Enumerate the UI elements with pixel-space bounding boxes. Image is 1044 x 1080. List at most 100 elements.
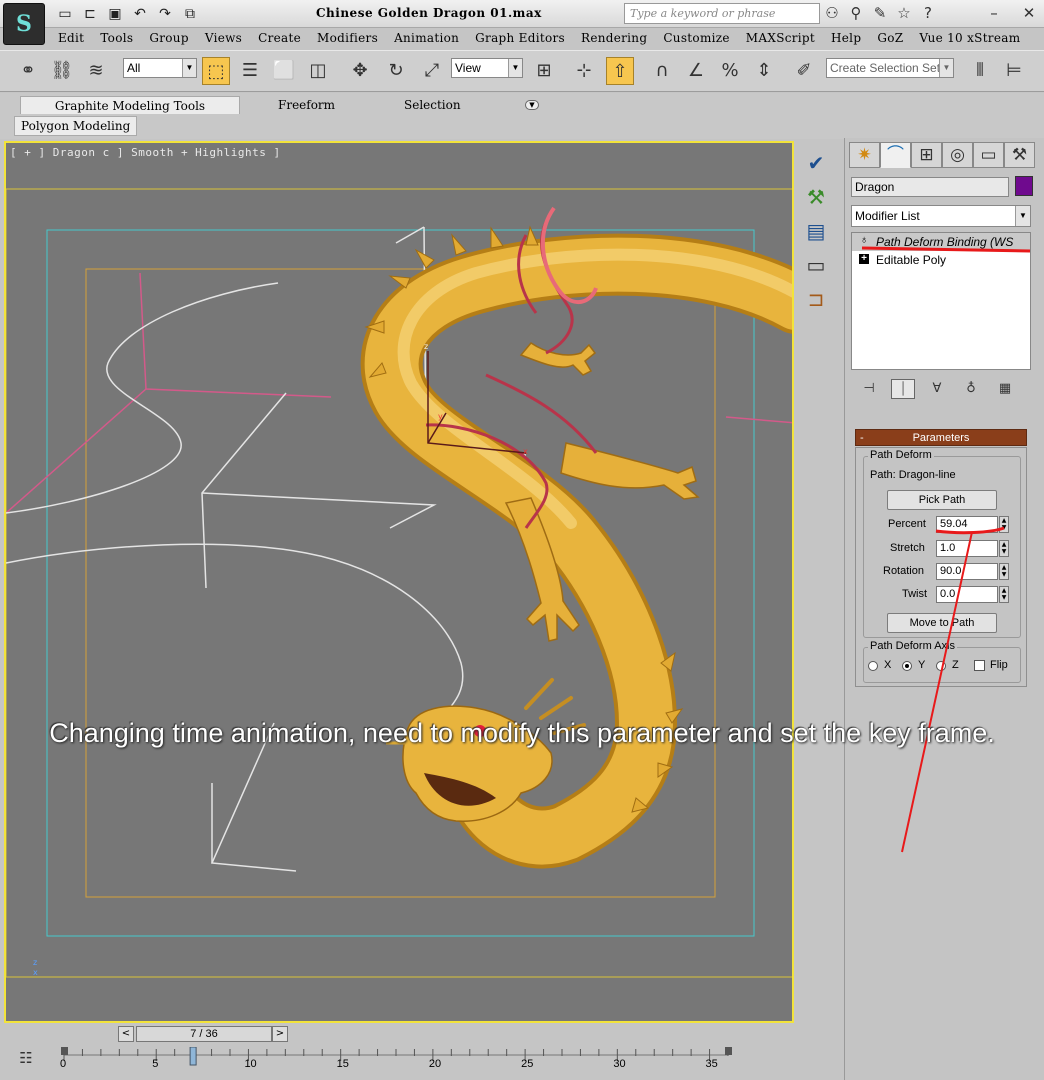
mirror-icon[interactable]: ⫴ bbox=[966, 57, 994, 85]
configure-modifier-sets-icon[interactable]: ▦ bbox=[993, 379, 1017, 399]
show-end-result-icon[interactable]: ⏐ bbox=[891, 379, 915, 399]
select-manipulate-icon[interactable]: ⊹ bbox=[570, 57, 598, 85]
select-and-link-icon[interactable]: ⚭ bbox=[14, 57, 42, 85]
window-crossing-icon[interactable]: ◫ bbox=[304, 57, 332, 85]
keyboard-shortcut-override-icon[interactable]: ⇧ bbox=[606, 57, 634, 85]
select-by-name-icon[interactable]: ☰ bbox=[236, 57, 264, 85]
menu-group[interactable]: Group bbox=[141, 29, 196, 49]
tab-create-icon[interactable]: ✷ bbox=[849, 142, 880, 168]
menu-animation[interactable]: Animation bbox=[386, 29, 467, 49]
angle-snap-icon[interactable]: ∠ bbox=[682, 57, 710, 85]
menu-views[interactable]: Views bbox=[197, 29, 250, 49]
tab-freeform[interactable]: Freeform bbox=[270, 96, 343, 114]
axis-x-radio[interactable] bbox=[868, 661, 878, 671]
snaps-toggle-icon[interactable]: ∩ bbox=[648, 57, 676, 85]
save-icon[interactable]: ▣ bbox=[104, 4, 126, 24]
check-circle-icon[interactable]: ✔ bbox=[800, 148, 832, 178]
stack-item-path-deform-binding[interactable]: ♁ Path Deform Binding (WS bbox=[852, 233, 1030, 251]
twist-spinner-arrows[interactable]: ▲ ▼ bbox=[999, 586, 1009, 603]
select-and-move-icon[interactable]: ✥ bbox=[346, 57, 374, 85]
axis-y-radio[interactable] bbox=[902, 661, 912, 671]
rectangular-selection-icon[interactable]: ⬜ bbox=[270, 57, 298, 85]
ribbon-expand-icon[interactable]: ▼ bbox=[525, 100, 539, 110]
modifier-stack[interactable]: ♁ Path Deform Binding (WS + Editable Pol… bbox=[851, 232, 1031, 370]
select-object-icon[interactable]: ⬚ bbox=[202, 57, 230, 85]
tab-motion-icon[interactable]: ◎ bbox=[942, 142, 973, 168]
selection-filter-dropdown[interactable]: All ▼ bbox=[123, 58, 197, 78]
move-to-path-button[interactable]: Move to Path bbox=[887, 613, 997, 633]
stack-item-editable-poly[interactable]: + Editable Poly bbox=[852, 251, 1030, 269]
render-setup-icon[interactable]: ▤ bbox=[800, 216, 832, 246]
pin-stack-icon[interactable]: ⊣ bbox=[857, 379, 881, 399]
perspective-viewport[interactable]: z y x z x [ + ] Dragon c ] Smooth + High… bbox=[4, 141, 794, 1023]
current-frame-indicator[interactable] bbox=[189, 1047, 197, 1066]
tab-selection[interactable]: Selection bbox=[396, 96, 469, 114]
project-folder-icon[interactable]: ⧉ bbox=[179, 4, 201, 24]
percent-spinner-arrows[interactable]: ▲ ▼ bbox=[999, 516, 1009, 533]
unlink-selection-icon[interactable]: ⛓ bbox=[48, 57, 76, 85]
flip-checkbox[interactable] bbox=[974, 660, 985, 671]
modifier-list-dropdown[interactable]: Modifier List ▼ bbox=[851, 205, 1031, 227]
tab-modify-icon[interactable]: ⌒ bbox=[880, 142, 911, 168]
close-icon[interactable]: ✕ bbox=[1020, 4, 1038, 22]
help-icon[interactable]: ? bbox=[918, 3, 938, 23]
named-selection-sets-dropdown[interactable]: Create Selection Set ▼ bbox=[826, 58, 954, 78]
viewport-label[interactable]: [ + ] Dragon c ] Smooth + Highlights ] bbox=[10, 146, 281, 159]
communication-icon[interactable]: ✎ bbox=[870, 3, 890, 23]
keyframe-marker[interactable] bbox=[61, 1047, 68, 1055]
spinner-snap-icon[interactable]: ⇕ bbox=[750, 57, 778, 85]
redo-icon[interactable]: ↷ bbox=[154, 4, 176, 24]
tab-display-icon[interactable]: ▭ bbox=[973, 142, 1004, 168]
menu-vue-xstream[interactable]: Vue 10 xStream bbox=[911, 29, 1028, 49]
new-file-icon[interactable]: ▭ bbox=[54, 4, 76, 24]
menu-maxscript[interactable]: MAXScript bbox=[738, 29, 823, 49]
menu-customize[interactable]: Customize bbox=[655, 29, 737, 49]
open-file-icon[interactable]: ⊏ bbox=[79, 4, 101, 24]
next-frame-button[interactable]: > bbox=[272, 1026, 288, 1042]
remove-modifier-icon[interactable]: ♁ bbox=[959, 379, 983, 399]
tab-hierarchy-icon[interactable]: ⊞ bbox=[911, 142, 942, 168]
previous-frame-button[interactable]: < bbox=[118, 1026, 134, 1042]
align-icon[interactable]: ⊨ bbox=[1000, 57, 1028, 85]
rotation-spinner-input[interactable]: 90.0 bbox=[936, 563, 998, 580]
bind-to-space-warp-icon[interactable]: ≋ bbox=[82, 57, 110, 85]
menu-tools[interactable]: Tools bbox=[92, 29, 141, 49]
object-color-swatch[interactable] bbox=[1015, 176, 1033, 196]
menu-help[interactable]: Help bbox=[823, 29, 869, 49]
select-and-scale-icon[interactable]: ⤢ bbox=[418, 57, 446, 85]
menu-goz[interactable]: GoZ bbox=[869, 29, 911, 49]
panel-polygon-modeling[interactable]: Polygon Modeling bbox=[14, 116, 138, 136]
tab-graphite-modeling-tools[interactable]: Graphite Modeling Tools bbox=[20, 96, 240, 114]
pick-path-button[interactable]: Pick Path bbox=[887, 490, 997, 510]
pivot-center-icon[interactable]: ⊞ bbox=[530, 57, 558, 85]
drill-tool-icon[interactable]: ⚒ bbox=[800, 182, 832, 212]
keyframe-marker[interactable] bbox=[725, 1047, 732, 1055]
stretch-spinner-input[interactable]: 1.0 bbox=[936, 540, 998, 557]
menu-rendering[interactable]: Rendering bbox=[573, 29, 655, 49]
search-input[interactable]: Type a keyword or phrase bbox=[624, 3, 820, 24]
menu-graph-editors[interactable]: Graph Editors bbox=[467, 29, 573, 49]
subscription-icon[interactable]: ⚲ bbox=[846, 3, 866, 23]
percent-snap-icon[interactable]: % bbox=[716, 57, 744, 85]
parameters-rollout-header[interactable]: - Parameters bbox=[855, 429, 1027, 446]
menu-edit[interactable]: Edit bbox=[50, 29, 92, 49]
time-slider[interactable]: 7 / 36 bbox=[136, 1026, 272, 1042]
make-unique-icon[interactable]: ∀ bbox=[925, 379, 949, 399]
track-bar[interactable]: 0 5 10 15 20 25 30 35 bbox=[60, 1047, 740, 1077]
percent-spinner-input[interactable]: 59.04 bbox=[936, 516, 998, 533]
lightbulb-icon[interactable]: ♁ bbox=[860, 234, 868, 246]
undo-icon[interactable]: ↶ bbox=[129, 4, 151, 24]
door-exit-icon[interactable]: ⊐ bbox=[800, 284, 832, 314]
rotation-spinner-arrows[interactable]: ▲ ▼ bbox=[999, 563, 1009, 580]
select-and-rotate-icon[interactable]: ↻ bbox=[382, 57, 410, 85]
object-name-field[interactable]: Dragon bbox=[851, 177, 1009, 197]
menu-modifiers[interactable]: Modifiers bbox=[309, 29, 386, 49]
expand-plus-icon[interactable]: + bbox=[859, 254, 869, 264]
edit-named-selection-icon[interactable]: ✐ bbox=[790, 57, 818, 85]
stretch-spinner-arrows[interactable]: ▲ ▼ bbox=[999, 540, 1009, 557]
tab-utilities-icon[interactable]: ⚒ bbox=[1004, 142, 1035, 168]
monitor-icon[interactable]: ▭ bbox=[800, 250, 832, 280]
application-button-icon[interactable]: S bbox=[3, 3, 45, 45]
axis-z-radio[interactable] bbox=[936, 661, 946, 671]
key-filters-icon[interactable]: ☷ bbox=[14, 1049, 38, 1069]
